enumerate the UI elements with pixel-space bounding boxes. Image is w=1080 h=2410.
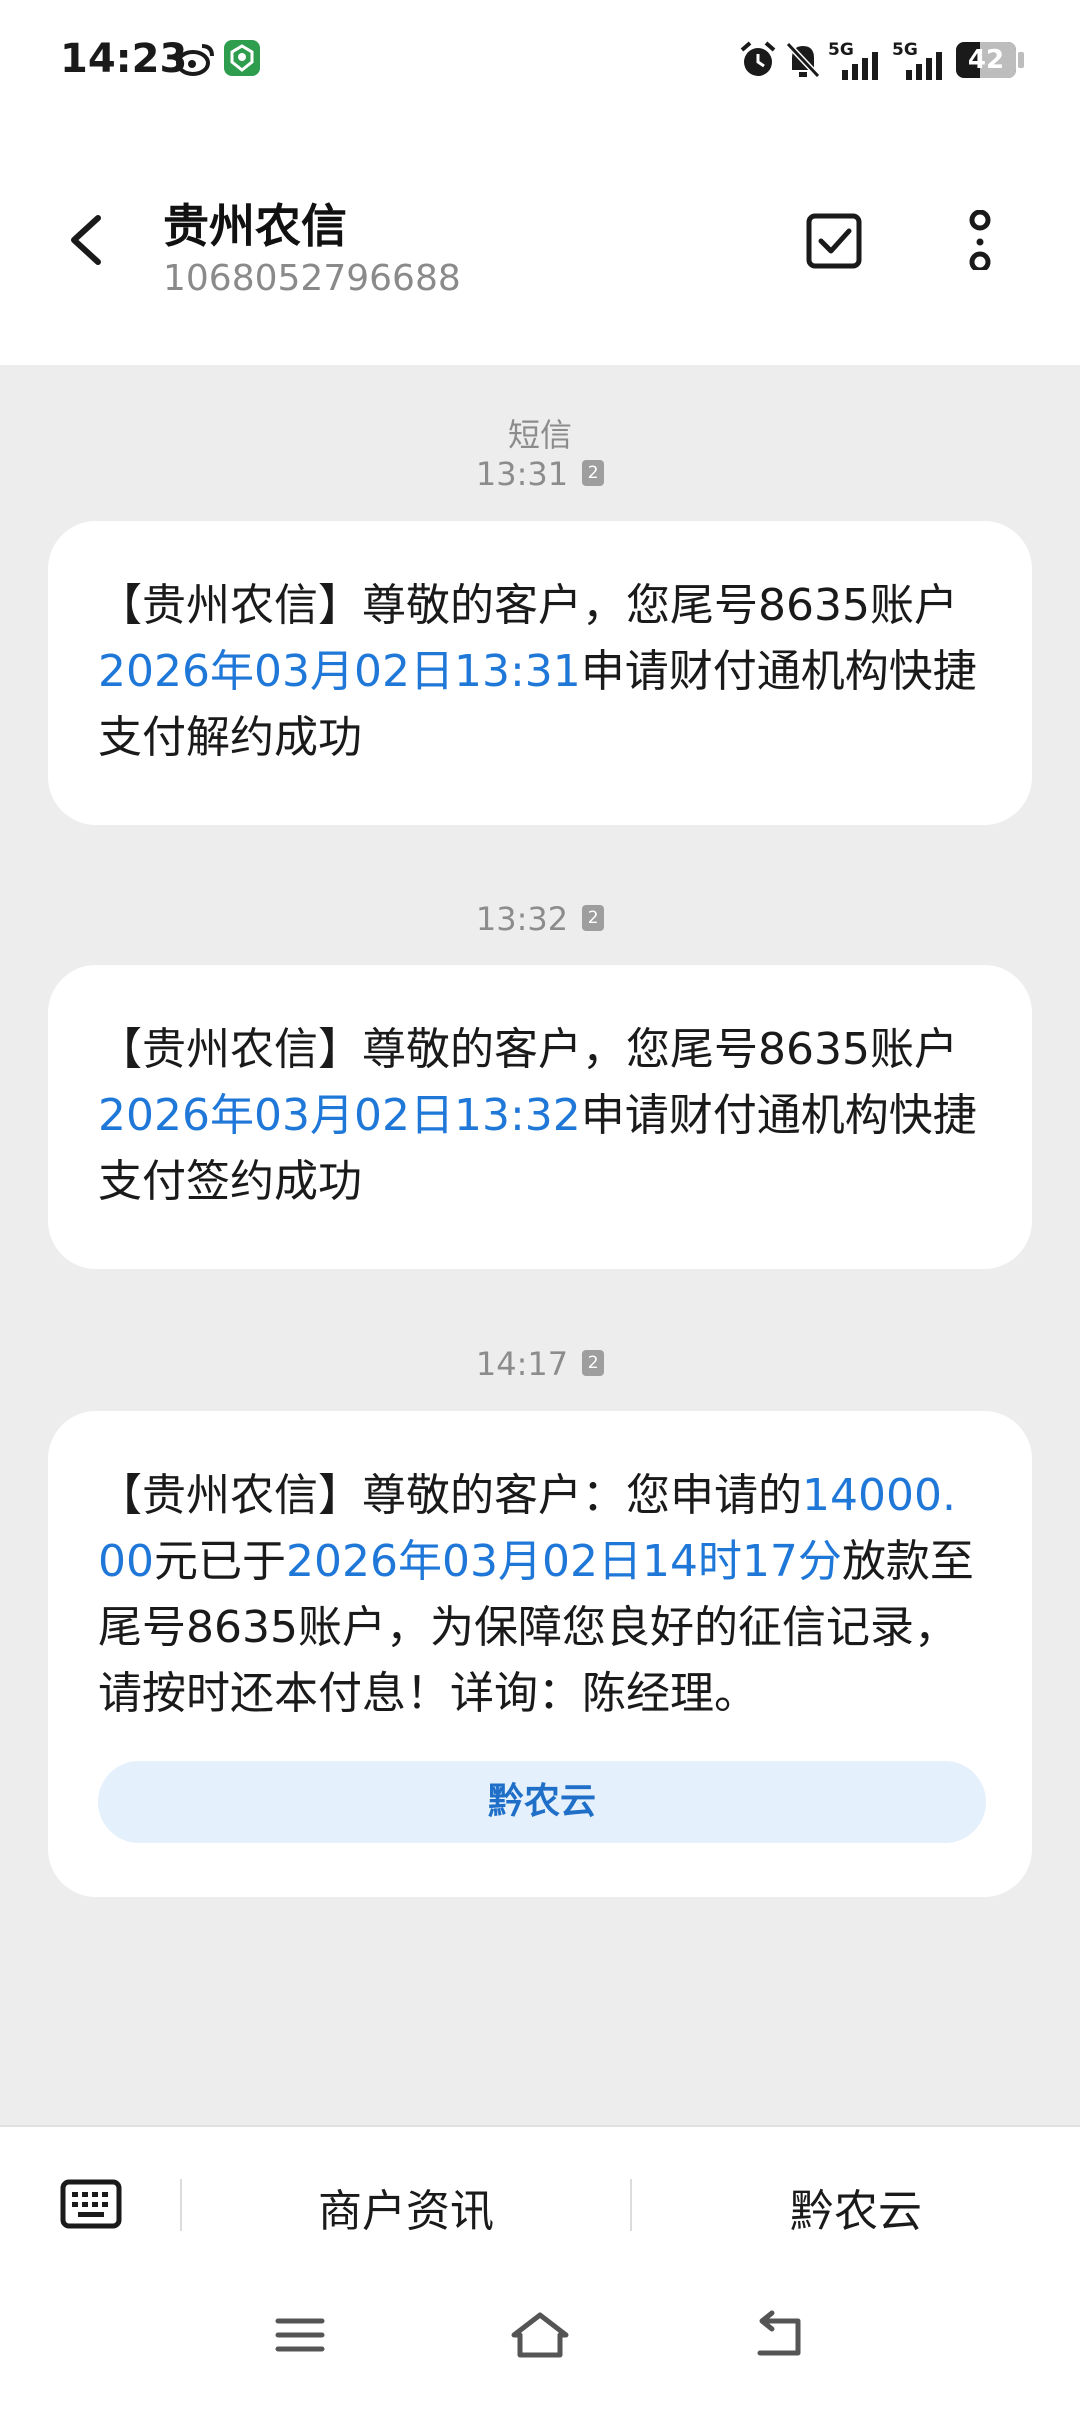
sim-badge-icon: 2	[582, 460, 605, 486]
bottom-menu-bar: 商户资讯 黔农云	[0, 2125, 1080, 2410]
message-text: 【贵州农信】尊敬的客户：您申请的14000.00元已于2026年03月02日14…	[98, 1463, 982, 1727]
battery-tip	[1018, 52, 1024, 68]
message-text: 【贵州农信】尊敬的客户，您尾号8635账户2026年03月02日13:31申请财…	[98, 573, 982, 771]
date-link[interactable]: 2026年03月02日13:31	[98, 646, 581, 697]
status-bar: 14:23 5G 5G 42	[0, 0, 1080, 120]
contact-number: 1068052796688	[163, 258, 461, 299]
message-text-part: 元已于	[154, 1536, 286, 1587]
battery-level: 42	[967, 45, 1005, 75]
back-nav-icon[interactable]	[750, 2307, 810, 2363]
message-time-text: 13:31	[475, 455, 569, 493]
signal-icon-2	[906, 52, 942, 80]
message-bubble[interactable]: 【贵州农信】尊敬的客户：您申请的14000.00元已于2026年03月02日14…	[48, 1411, 1032, 1897]
menu-item-merchant-news[interactable]: 商户资讯	[182, 2175, 630, 2239]
message-text: 【贵州农信】尊敬的客户，您尾号8635账户2026年03月02日13:32申请财…	[98, 1017, 982, 1215]
qiannongyun-card-button[interactable]: 黔农云	[98, 1761, 986, 1843]
alarm-icon	[740, 41, 776, 76]
back-arrow-icon[interactable]	[60, 210, 110, 270]
message-bubble[interactable]: 【贵州农信】尊敬的客户，您尾号8635账户2026年03月02日13:31申请财…	[48, 521, 1032, 825]
menu-nav-icon[interactable]	[270, 2307, 330, 2363]
sim-badge-icon: 2	[582, 905, 605, 931]
message-type-label: 短信	[507, 416, 572, 454]
message-time: 14:17 2	[0, 1345, 1080, 1383]
signal-icon	[842, 52, 878, 80]
more-vertical-icon[interactable]	[950, 210, 1010, 270]
message-text-part: 【贵州农信】尊敬的客户，您尾号8635账户	[98, 1024, 958, 1075]
sim-badge-icon: 2	[582, 1350, 605, 1376]
message-time-text: 13:32	[475, 900, 569, 938]
checkbox-select-icon[interactable]	[805, 210, 865, 270]
conversation-area[interactable]: 短信 13:31 2 【贵州农信】尊敬的客户，您尾号8635账户 2026年03月0…	[0, 365, 1080, 2125]
date-link[interactable]: 2026年03月02日13:32	[98, 1090, 581, 1141]
message-time: 13:31 2	[0, 455, 1080, 493]
status-time: 14:23	[60, 36, 188, 82]
weibo-icon	[176, 44, 214, 76]
battery-icon: 42	[956, 42, 1016, 78]
message-bubble[interactable]: 【贵州农信】尊敬的客户，您尾号8635账户2026年03月02日13:32申请财…	[48, 965, 1032, 1269]
keyboard-icon[interactable]	[60, 2179, 122, 2229]
menu-item-qiannongyun[interactable]: 黔农云	[632, 2175, 1080, 2239]
app-shield-icon	[224, 40, 260, 76]
message-text-part: 【贵州农信】尊敬的客户：您申请的	[98, 1470, 802, 1521]
date-link[interactable]: 2026年03月02日14时17分	[286, 1536, 842, 1587]
message-text-part: 【贵州农信】尊敬的客户，您尾号8635账户	[98, 580, 958, 631]
message-time: 13:32 2	[0, 900, 1080, 938]
home-nav-icon[interactable]	[508, 2307, 572, 2363]
mute-bell-icon	[785, 41, 821, 79]
contact-title: 贵州农信	[163, 199, 347, 253]
conversation-header: 贵州农信 1068052796688	[0, 120, 1080, 365]
message-time-text: 14:17	[475, 1345, 569, 1383]
